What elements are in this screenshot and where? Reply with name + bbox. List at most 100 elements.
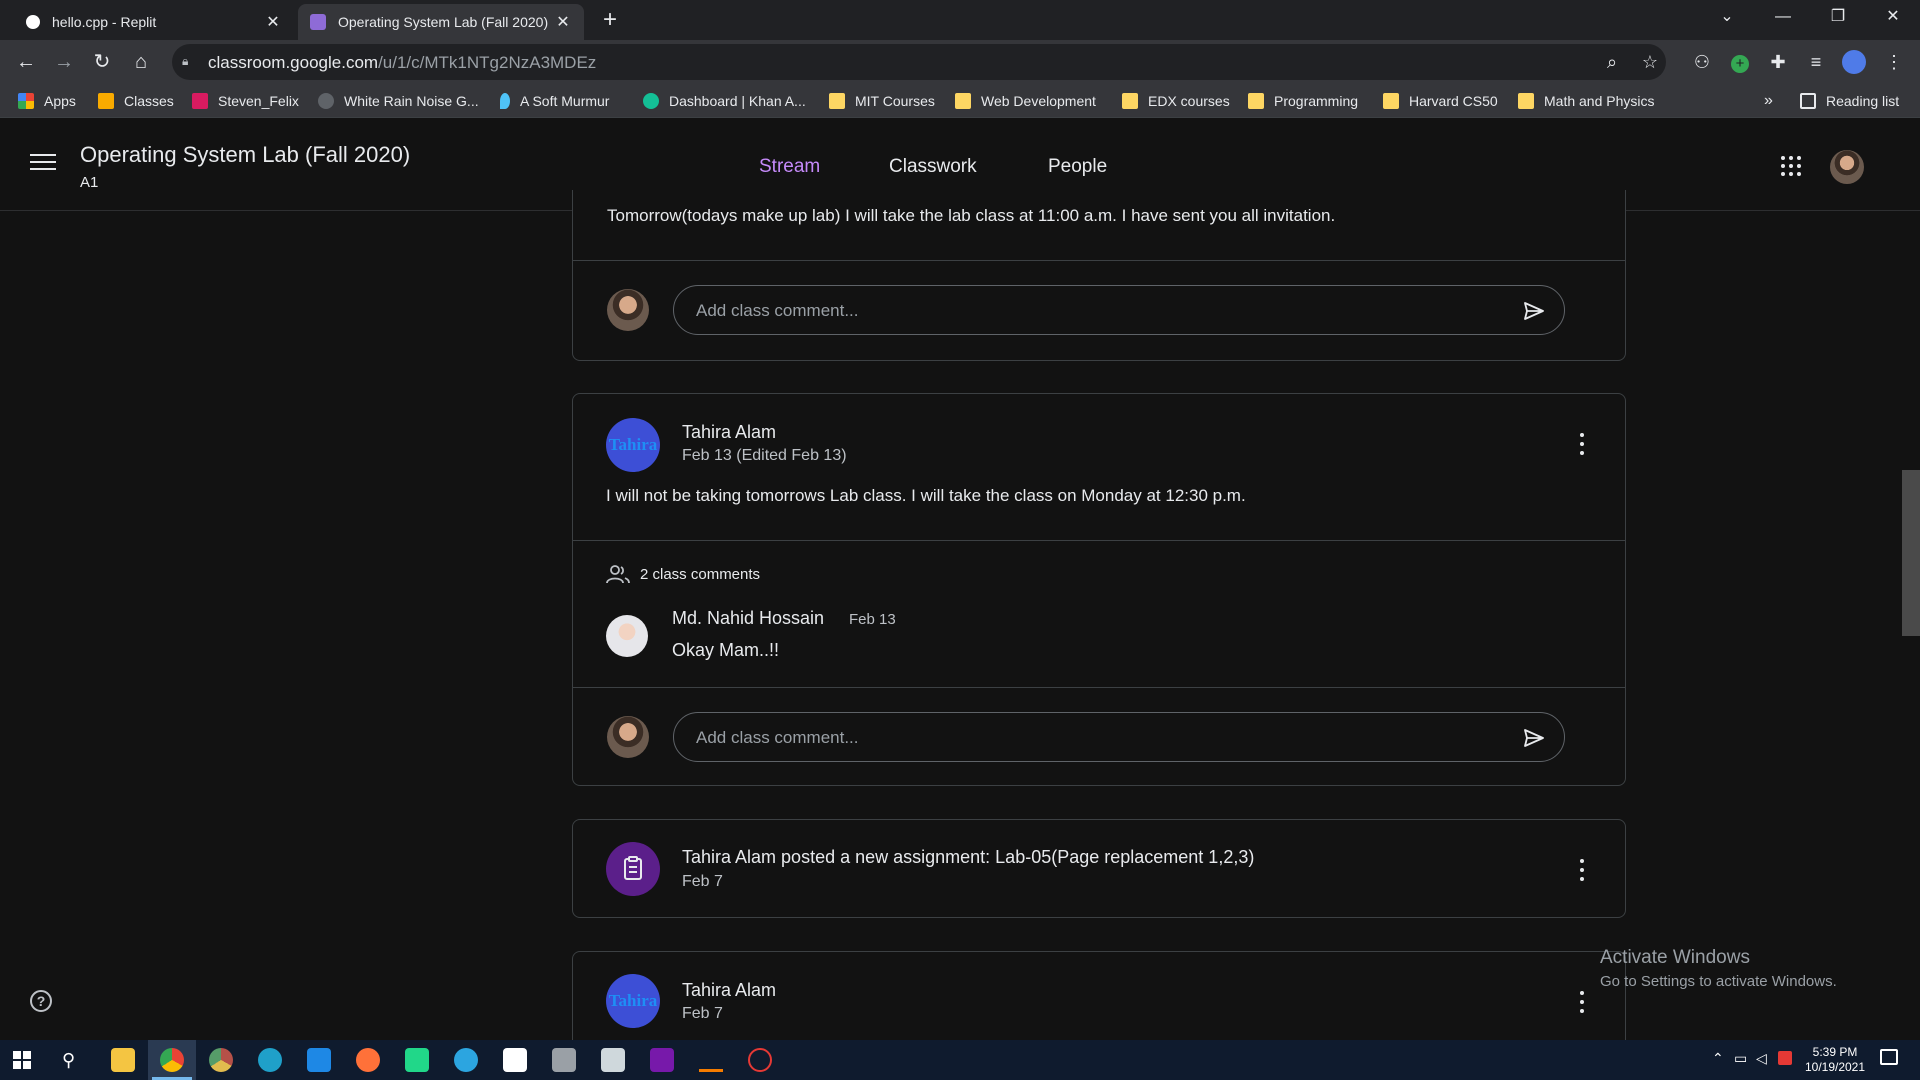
khan-academy-icon [643,93,659,109]
bookmark-mit[interactable]: MIT Courses [829,92,935,110]
comment-input[interactable]: Add class comment... [673,712,1565,762]
teacher-avatar: Tahira [606,418,660,472]
post-card: Tomorrow(todays make up lab) I will take… [572,190,1626,361]
bookmark-classes[interactable]: Classes [98,92,174,110]
class-comments-toggle[interactable]: 2 class comments [606,564,760,584]
post-date: Feb 7 [682,1005,723,1022]
settings-gear-icon[interactable] [748,1048,772,1072]
tab-stream[interactable]: Stream [759,156,820,178]
comment-input[interactable]: Add class comment... [673,285,1565,335]
tab-classroom[interactable]: Operating System Lab (Fall 2020) ✕ [298,4,584,40]
bookmark-web-dev[interactable]: Web Development [955,92,1096,110]
replit-icon [26,15,40,29]
lock-icon: 🔒︎ [182,54,189,68]
post-body: Tomorrow(todays make up lab) I will take… [607,206,1336,225]
close-window-button[interactable]: ✕ [1866,0,1920,34]
chrome-icon[interactable] [160,1048,184,1072]
extensions-puzzle-icon[interactable]: ✚ [1766,50,1790,74]
forward-icon[interactable]: → [50,48,78,76]
assignment-title[interactable]: Tahira Alam posted a new assignment: Lab… [682,847,1254,868]
more-options-icon[interactable] [1579,433,1585,455]
windows-start-icon[interactable] [13,1051,31,1069]
assignment-date: Feb 7 [682,873,723,890]
bookmark-apps[interactable]: Apps [18,92,76,110]
close-tab-icon[interactable]: ✕ [264,12,282,32]
bookmark-edx[interactable]: EDX courses [1122,92,1230,110]
zoom-icon[interactable]: ⌕ [1600,50,1624,74]
profile-icon[interactable] [1842,50,1866,74]
bookmark-cs50[interactable]: Harvard CS50 [1383,92,1498,110]
reading-list-button[interactable]: Reading list [1800,92,1899,110]
onenote-icon[interactable] [650,1048,674,1072]
send-icon[interactable] [1522,726,1546,750]
pycharm-icon[interactable] [405,1048,429,1072]
tab-replit[interactable]: hello.cpp - Replit ✕ [14,4,294,40]
bookmarks-overflow-button[interactable]: » [1764,92,1773,110]
back-icon[interactable]: ← [12,48,40,76]
folder-icon [1248,93,1264,109]
notion-icon[interactable] [503,1048,527,1072]
restore-button[interactable]: ❐ [1811,0,1865,34]
address-bar[interactable]: 🔒︎ classroom.google.com/u/1/c/MTk1NTg2Nz… [172,44,1666,80]
sublime-icon[interactable] [699,1048,723,1072]
post-date: Feb 13 (Edited Feb 13) [682,447,847,464]
media-queue-icon[interactable]: ≡ [1804,50,1828,74]
more-options-icon[interactable] [1579,991,1585,1013]
tab-classwork[interactable]: Classwork [889,156,977,178]
bookmark-soft-murmur[interactable]: A Soft Murmur [500,92,609,110]
tray-chevron-icon[interactable]: ⌃ [1712,1050,1724,1067]
tray-app-icon[interactable] [1778,1051,1792,1065]
folder-icon [955,93,971,109]
more-options-icon[interactable] [1579,859,1585,881]
assignment-badge [606,842,660,896]
tab-title: hello.cpp - Replit [52,14,157,30]
bookmark-white-rain[interactable]: White Rain Noise G... [318,92,479,110]
comment-text: Okay Mam..!! [672,640,780,660]
calculator-icon[interactable] [601,1048,625,1072]
bookmark-programming[interactable]: Programming [1248,92,1358,110]
help-icon[interactable]: ? [30,990,52,1012]
close-tab-icon[interactable]: ✕ [554,12,572,32]
network-icon[interactable]: ▭ [1734,1050,1747,1067]
assignment-card[interactable]: Tahira Alam posted a new assignment: Lab… [572,819,1626,918]
page-title[interactable]: Operating System Lab (Fall 2020) [80,142,410,168]
new-tab-button[interactable]: + [596,6,624,34]
google-apps-icon[interactable] [1781,156,1801,176]
send-icon[interactable] [1522,299,1546,323]
extension-plus-icon[interactable]: + [1728,50,1752,74]
chrome-menu-icon[interactable]: ⋮ [1882,50,1906,74]
chrome-profile-icon[interactable] [209,1048,233,1072]
tab-search-icon[interactable]: ⌄ [1700,0,1754,34]
search-icon[interactable]: ⚲ [62,1050,75,1071]
classroom-icon [98,93,114,109]
reload-icon[interactable]: ↻ [88,48,116,76]
app-icon[interactable] [552,1048,576,1072]
tab-people[interactable]: People [1048,156,1107,178]
assignment-icon [624,856,642,880]
bookmark-math-physics[interactable]: Math and Physics [1518,92,1655,110]
notifications-icon[interactable] [1880,1049,1898,1065]
post-card: Tahira Tahira Alam Feb 13 (Edited Feb 13… [572,393,1626,786]
volume-icon[interactable]: ◁ [1756,1050,1767,1067]
account-avatar[interactable] [1830,150,1864,184]
taskbar-clock[interactable]: 5:39 PM 10/19/2021 [1800,1045,1870,1075]
divider [573,687,1625,688]
folder-icon [1122,93,1138,109]
comments-count: 2 class comments [640,565,761,583]
main-menu-icon[interactable] [30,154,56,174]
edge-icon[interactable] [258,1048,282,1072]
my-avatar [607,716,649,758]
file-explorer-icon[interactable] [111,1048,135,1072]
bookmark-khan[interactable]: Dashboard | Khan A... [643,92,806,110]
vscode-icon[interactable] [307,1048,331,1072]
home-icon[interactable]: ⌂ [127,48,155,76]
bookmark-steven-felix[interactable]: Steven_Felix [192,92,299,110]
bookmark-star-icon[interactable]: ☆ [1638,50,1662,74]
telegram-icon[interactable] [454,1048,478,1072]
extension-icon[interactable]: ⚇ [1690,50,1714,74]
firefox-icon[interactable] [356,1048,380,1072]
minimize-button[interactable]: — [1756,0,1810,34]
page-scrollbar[interactable] [1902,470,1920,636]
comment-placeholder: Add class comment... [696,728,859,747]
teacher-avatar: Tahira [606,974,660,1028]
